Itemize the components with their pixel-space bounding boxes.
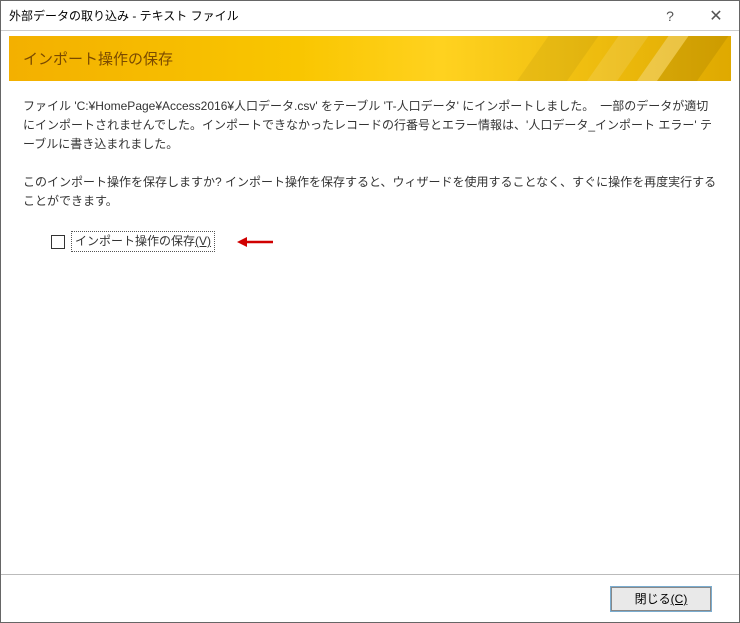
checkbox-accelerator: (V) (195, 234, 211, 248)
import-result-message: ファイル 'C:¥HomePage¥Access2016¥人口データ.csv' … (23, 97, 717, 155)
help-icon: ? (666, 8, 674, 24)
footer: 閉じる(C) (1, 574, 739, 622)
close-icon: ✕ (709, 6, 722, 26)
help-button[interactable]: ? (647, 1, 693, 31)
save-prompt-message: このインポート操作を保存しますか? インポート操作を保存すると、ウィザードを使用… (23, 173, 717, 211)
checkbox-label-text: インポート操作の保存 (75, 234, 195, 248)
close-button-accelerator: (C) (671, 592, 688, 606)
content-area: ファイル 'C:¥HomePage¥Access2016¥人口データ.csv' … (1, 81, 739, 574)
banner-title: インポート操作の保存 (23, 48, 173, 69)
window-title: 外部データの取り込み - テキスト ファイル (9, 7, 647, 24)
close-button[interactable]: 閉じる(C) (611, 587, 711, 611)
save-import-checkbox[interactable] (51, 235, 65, 249)
titlebar: 外部データの取り込み - テキスト ファイル ? ✕ (1, 1, 739, 31)
close-button-label: 閉じる (635, 590, 671, 607)
save-import-checkbox-label[interactable]: インポート操作の保存(V) (71, 231, 215, 252)
close-window-button[interactable]: ✕ (693, 1, 739, 31)
banner: インポート操作の保存 (9, 36, 731, 81)
save-import-checkbox-row: インポート操作の保存(V) (23, 231, 717, 252)
arrow-left-icon (237, 235, 273, 249)
dialog-window: 外部データの取り込み - テキスト ファイル ? ✕ インポート操作の保存 ファ… (0, 0, 740, 623)
